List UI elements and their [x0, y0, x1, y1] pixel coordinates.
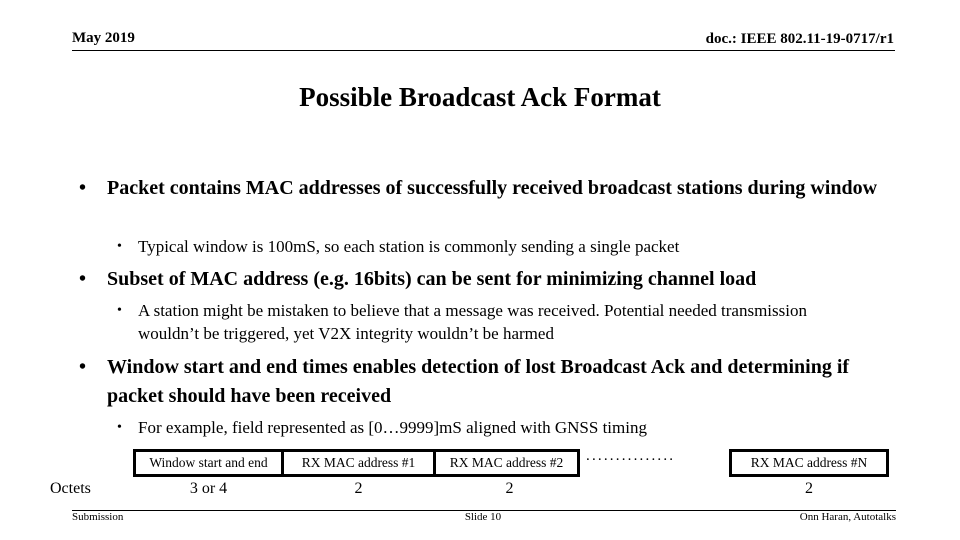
- header-date: May 2019: [72, 30, 135, 46]
- bullet-icon: •: [117, 239, 122, 254]
- field-window-start-end: Window start and end: [133, 449, 284, 477]
- bullet-icon: •: [117, 420, 122, 435]
- bullet-icon: •: [117, 303, 122, 318]
- bullet-icon: •: [79, 268, 87, 290]
- octets-mac-1: 2: [354, 480, 363, 497]
- octets-mac-2: 2: [505, 480, 514, 497]
- octets-label: Octets: [50, 480, 91, 497]
- octets-mac-n: 2: [805, 480, 813, 497]
- bullet-icon: •: [79, 356, 87, 378]
- bullet-text: Subset of MAC address (e.g. 16bits) can …: [107, 268, 757, 290]
- bullet-text: Window start and end times enables detec…: [107, 356, 850, 407]
- ellipsis-dots: ...............: [586, 448, 676, 464]
- sub-bullet-text: Typical window is 100mS, so each station…: [138, 237, 680, 256]
- header-doc-id: doc.: IEEE 802.11-19-0717/r1: [705, 31, 894, 47]
- header-divider: [72, 50, 895, 51]
- sub-bullet-text: A station might be mistaken to believe t…: [138, 301, 807, 343]
- field-rx-mac-2: RX MAC address #2: [433, 449, 580, 477]
- bullet-text: Packet contains MAC addresses of success…: [107, 177, 878, 199]
- sub-bullet-text: For example, field represented as [0…999…: [138, 418, 647, 437]
- bullet-icon: •: [79, 177, 87, 199]
- footer-author: Onn Haran, Autotalks: [799, 511, 896, 523]
- field-rx-mac-1: RX MAC address #1: [281, 449, 436, 477]
- field-rx-mac-n: RX MAC address #N: [729, 449, 889, 477]
- slide-title: Possible Broadcast Ack Format: [299, 82, 661, 112]
- octets-window: 3 or 4: [189, 480, 228, 497]
